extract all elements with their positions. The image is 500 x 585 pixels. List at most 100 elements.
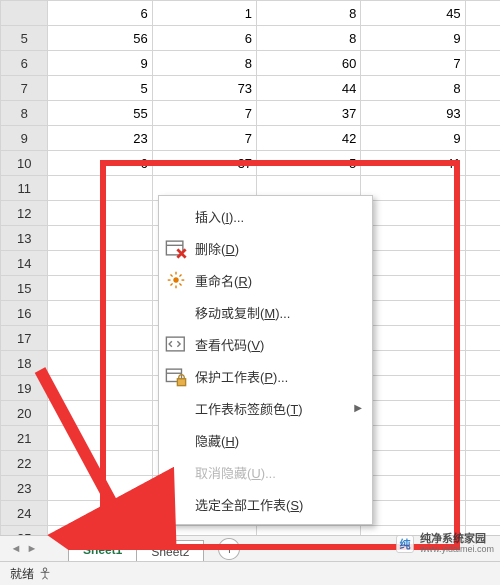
cell[interactable] [48, 176, 152, 201]
cell[interactable] [48, 376, 152, 401]
cell[interactable]: 7 [152, 101, 256, 126]
cell[interactable]: 8 [257, 1, 361, 26]
row-header[interactable]: 15 [1, 276, 48, 301]
cell[interactable] [361, 501, 465, 526]
cell[interactable] [361, 251, 465, 276]
cell[interactable]: 37 [152, 151, 256, 176]
cell[interactable] [465, 401, 500, 426]
cell[interactable] [48, 251, 152, 276]
cell[interactable] [465, 276, 500, 301]
row-header[interactable]: 9 [1, 126, 48, 151]
cell[interactable] [361, 326, 465, 351]
cell[interactable]: 8 [152, 51, 256, 76]
cell[interactable] [465, 501, 500, 526]
cell[interactable] [465, 376, 500, 401]
cell[interactable]: 7 [152, 126, 256, 151]
cell[interactable]: 8 [465, 126, 500, 151]
cell[interactable]: 9 [361, 26, 465, 51]
cell[interactable] [48, 276, 152, 301]
row-header[interactable]: 23 [1, 476, 48, 501]
row-header[interactable]: 18 [1, 351, 48, 376]
cell[interactable] [465, 476, 500, 501]
cell[interactable] [361, 426, 465, 451]
cell[interactable] [48, 301, 152, 326]
row-header[interactable]: 5 [1, 26, 48, 51]
cell[interactable]: 9 [48, 51, 152, 76]
row-header[interactable] [1, 1, 48, 26]
cell[interactable]: 56 [48, 26, 152, 51]
cell[interactable] [361, 301, 465, 326]
row-header[interactable]: 19 [1, 376, 48, 401]
cell[interactable]: 8 [257, 26, 361, 51]
cell[interactable] [361, 201, 465, 226]
cell[interactable] [361, 476, 465, 501]
row-header[interactable]: 22 [1, 451, 48, 476]
row-header[interactable]: 16 [1, 301, 48, 326]
cell[interactable] [48, 501, 152, 526]
cell[interactable] [465, 176, 500, 201]
row-header[interactable]: 8 [1, 101, 48, 126]
cell[interactable] [48, 476, 152, 501]
cell[interactable]: 192 [465, 101, 500, 126]
new-sheet-button[interactable]: + [218, 538, 240, 560]
cell[interactable] [361, 451, 465, 476]
cell[interactable] [48, 401, 152, 426]
cell[interactable]: 6 [48, 1, 152, 26]
sheet-tab-sheet1[interactable]: Sheet1 [68, 538, 137, 563]
cell[interactable] [465, 326, 500, 351]
cell[interactable]: 1 [152, 1, 256, 26]
cell[interactable]: 5 [257, 151, 361, 176]
cell[interactable] [361, 226, 465, 251]
cell[interactable]: 6 [152, 26, 256, 51]
row-header[interactable]: 14 [1, 251, 48, 276]
menu-insert[interactable]: 插入(I)... [159, 200, 372, 232]
cell[interactable]: 89 [465, 151, 500, 176]
cell[interactable]: 73 [152, 76, 256, 101]
cell[interactable]: 5 [48, 76, 152, 101]
cell[interactable]: 84 [465, 51, 500, 76]
tab-nav-prev[interactable]: ◄ [8, 540, 24, 558]
cell[interactable]: 8 [361, 76, 465, 101]
cell[interactable]: 9 [361, 126, 465, 151]
row-header[interactable]: 7 [1, 76, 48, 101]
cell[interactable]: 60 [257, 51, 361, 76]
cell[interactable] [465, 251, 500, 276]
cell[interactable]: 23 [48, 126, 152, 151]
menu-delete[interactable]: 删除(D) [159, 232, 372, 264]
cell[interactable]: 41 [361, 151, 465, 176]
accessibility-icon[interactable] [34, 565, 56, 583]
cell[interactable]: 6 [48, 151, 152, 176]
cell[interactable] [361, 376, 465, 401]
cell[interactable] [465, 201, 500, 226]
cell[interactable]: 130 [465, 76, 500, 101]
row-header[interactable]: 21 [1, 426, 48, 451]
cell[interactable] [48, 451, 152, 476]
cell[interactable] [361, 276, 465, 301]
cell[interactable]: 44 [257, 76, 361, 101]
row-header[interactable]: 6 [1, 51, 48, 76]
menu-hide[interactable]: 隐藏(H) [159, 424, 372, 456]
menu-protect-sheet[interactable]: 保护工作表(P)... [159, 360, 372, 392]
cell[interactable]: 60 [465, 1, 500, 26]
row-header[interactable]: 10 [1, 151, 48, 176]
cell[interactable] [465, 451, 500, 476]
cell[interactable] [361, 401, 465, 426]
cell[interactable] [48, 326, 152, 351]
menu-move-copy[interactable]: 移动或复制(M)... [159, 296, 372, 328]
row-header[interactable]: 13 [1, 226, 48, 251]
cell[interactable]: 45 [361, 1, 465, 26]
cell[interactable] [48, 201, 152, 226]
row-header[interactable]: 12 [1, 201, 48, 226]
cell[interactable] [465, 351, 500, 376]
row-header[interactable]: 11 [1, 176, 48, 201]
row-header[interactable]: 24 [1, 501, 48, 526]
cell[interactable]: 42 [257, 126, 361, 151]
cell[interactable]: 7 [361, 51, 465, 76]
menu-rename[interactable]: 重命名(R) [159, 264, 372, 296]
cell[interactable] [361, 176, 465, 201]
cell[interactable]: 77 [465, 26, 500, 51]
row-header[interactable]: 20 [1, 401, 48, 426]
menu-view-code[interactable]: 查看代码(V) [159, 328, 372, 360]
menu-select-all-sheets[interactable]: 选定全部工作表(S) [159, 488, 372, 520]
row-header[interactable]: 17 [1, 326, 48, 351]
